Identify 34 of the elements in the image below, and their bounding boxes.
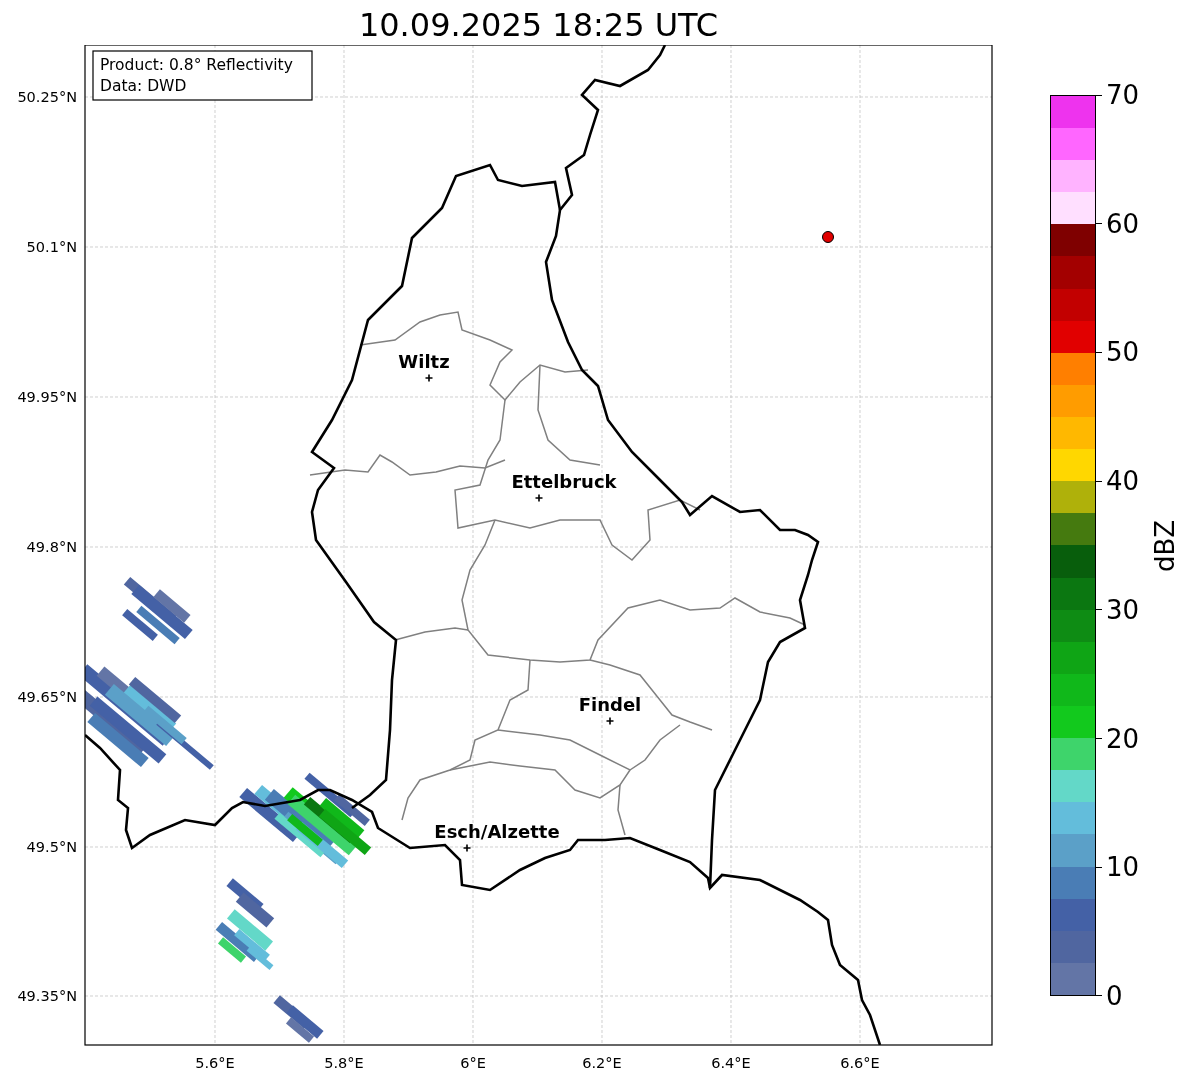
city-marker-icon	[424, 373, 434, 383]
latitude-tick-label: 50.25°N	[17, 89, 77, 105]
latitude-tick-label: 49.5°N	[26, 839, 77, 855]
city-label: Esch/Alzette	[434, 821, 560, 842]
longitude-tick-label: 5.8°E	[324, 1055, 364, 1071]
longitude-tick-label: 6°E	[460, 1055, 486, 1071]
city-marker-icon	[462, 843, 472, 853]
info-text: Product: 0.8° Reflectivity	[100, 56, 293, 74]
latitude-tick-label: 49.8°N	[26, 539, 77, 555]
colorbar-tick-label: 70	[1106, 80, 1140, 110]
colorbar-tick-label: 30	[1106, 594, 1140, 625]
latitude-tick-label: 50.1°N	[26, 239, 77, 255]
longitude-tick-label: 6.2°E	[582, 1055, 622, 1071]
info-text: Data: DWD	[100, 77, 187, 95]
radar-site-marker	[822, 231, 834, 243]
colorbar-tick-label: 40	[1106, 466, 1140, 497]
colorbar-tick-label: 20	[1106, 723, 1140, 754]
longitude-tick-label: 6.4°E	[711, 1055, 751, 1071]
latitude-tick-label: 49.35°N	[17, 988, 77, 1004]
colorbar-label: dBZ	[1150, 519, 1181, 572]
colorbar-tick-label: 10	[1106, 852, 1140, 883]
colorbar-tick-label: 0	[1106, 980, 1123, 1011]
city-label: Findel	[578, 694, 642, 715]
chart-title: 10.09.2025 18:25 UTC	[358, 5, 719, 45]
city-label: Ettelbruck	[511, 471, 617, 492]
city-marker-icon	[534, 493, 544, 503]
colorbar-tick-label: 50	[1106, 337, 1140, 368]
latitude-tick-label: 49.95°N	[17, 389, 77, 405]
latitude-tick-label: 49.65°N	[17, 689, 77, 705]
colorbar-tick-label: 60	[1106, 208, 1140, 239]
longitude-tick-label: 6.6°E	[840, 1055, 880, 1071]
city-marker-icon	[605, 716, 615, 726]
city-label: Wiltz	[398, 351, 450, 372]
longitude-tick-label: 5.6°E	[195, 1055, 235, 1071]
